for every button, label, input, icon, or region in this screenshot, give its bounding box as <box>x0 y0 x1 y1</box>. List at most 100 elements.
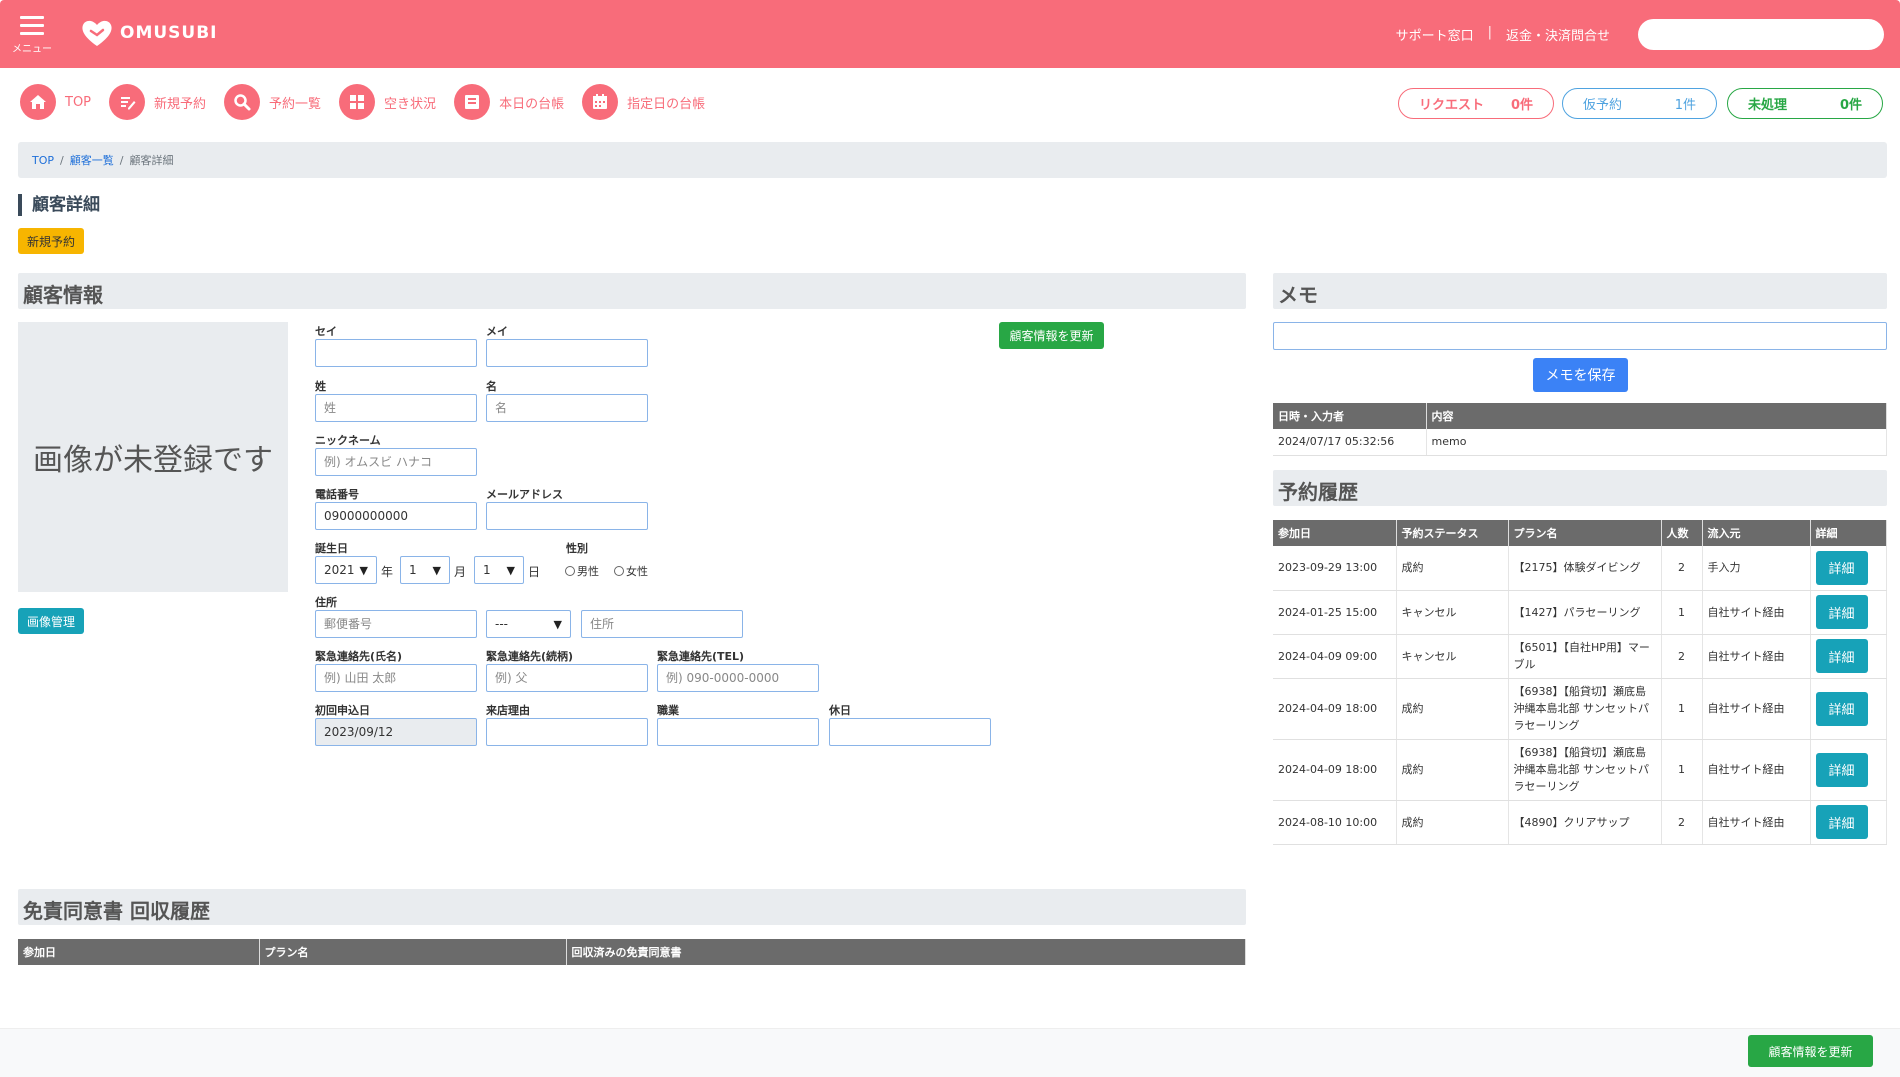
history-people: 2 <box>1661 546 1703 591</box>
detail-button[interactable]: 詳細 <box>1815 639 1868 673</box>
main-nav: TOP 新規予約 予約一覧 空き状況 本日の台帳 指定日の台帳 <box>20 84 705 120</box>
history-status: 成約 <box>1396 739 1509 801</box>
menu-button[interactable]: メニュー <box>10 12 54 60</box>
image-manage-button[interactable]: 画像管理 <box>18 608 84 634</box>
nickname-input[interactable] <box>315 448 477 476</box>
emergency-relation-label: 緊急連絡先(続柄) <box>486 650 574 663</box>
history-detail-cell: 詳細 <box>1810 739 1887 801</box>
logo[interactable]: OMUSUBI <box>80 18 218 48</box>
holiday-label: 休日 <box>829 704 851 717</box>
unprocessed-count: 0件 <box>1839 98 1862 113</box>
nav-availability-label: 空き状況 <box>384 96 437 112</box>
save-memo-button[interactable]: メモを保存 <box>1533 358 1628 392</box>
nav-reservation-list-label: 予約一覧 <box>269 96 322 112</box>
waiver-col-date: 参加日 <box>18 939 260 965</box>
update-customer-button-bottom[interactable]: 顧客情報を更新 <box>1748 1035 1873 1067</box>
gender-male-label: 男性 <box>577 565 599 578</box>
email-label: メールアドレス <box>486 488 563 501</box>
history-people: 1 <box>1661 678 1703 740</box>
history-col-status: 予約ステータス <box>1396 520 1509 546</box>
detail-button[interactable]: 詳細 <box>1815 595 1868 629</box>
history-detail-cell: 詳細 <box>1810 546 1887 591</box>
gender-female-radio[interactable]: 女性 <box>614 563 648 579</box>
prefecture-select[interactable]: --- ▼ <box>486 610 571 638</box>
month-unit: 月 <box>454 565 467 579</box>
history-row: 2024-08-10 10:00 成約 【4890】クリアサップ 2 自社サイト… <box>1273 800 1887 845</box>
refund-inquiry-link[interactable]: 返金・決済問合せ <box>1506 25 1610 44</box>
prefecture-value: --- <box>495 617 508 631</box>
birth-month-select[interactable]: 1 ▼ <box>400 556 450 584</box>
mei-input[interactable] <box>486 339 648 367</box>
history-source: 自社サイト経由 <box>1702 634 1811 679</box>
nav-date-ledger[interactable]: 指定日の台帳 <box>582 84 705 120</box>
edit-icon <box>109 84 146 120</box>
hamburger-icon <box>20 16 44 35</box>
no-image-placeholder: 画像が未登録です <box>18 322 288 592</box>
history-date: 2023-09-29 13:00 <box>1273 546 1397 591</box>
emergency-relation-input[interactable] <box>486 664 648 692</box>
nav-availability[interactable]: 空き状況 <box>339 84 436 120</box>
radio-icon <box>614 566 624 576</box>
emergency-name-input[interactable] <box>315 664 477 692</box>
holiday-input[interactable] <box>829 718 991 746</box>
detail-button[interactable]: 詳細 <box>1815 691 1868 726</box>
birth-year-select[interactable]: 2021 ▼ <box>315 556 377 584</box>
history-status: キャンセル <box>1396 590 1509 635</box>
nav-reservation-list[interactable]: 予約一覧 <box>224 84 321 120</box>
memo-heading: メモ <box>1273 273 1887 309</box>
heart-hands-icon <box>82 20 112 46</box>
breadcrumb-top[interactable]: TOP <box>32 154 54 167</box>
memo-input[interactable] <box>1273 322 1887 350</box>
request-count-pill[interactable]: リクエスト 0件 <box>1398 88 1554 119</box>
request-count: 0件 <box>1510 98 1533 113</box>
breadcrumb-customer-list[interactable]: 顧客一覧 <box>70 154 114 167</box>
phone-input[interactable] <box>315 502 477 530</box>
birth-day-select[interactable]: 1 ▼ <box>474 556 524 584</box>
memo-col-datetime: 日時・入力者 <box>1273 403 1427 429</box>
history-row: 2024-04-09 18:00 成約 【6938】【船貸切】瀬底島 沖縄本島北… <box>1273 678 1887 740</box>
tentative-count-pill[interactable]: 仮予約 1件 <box>1562 88 1717 119</box>
unprocessed-count-pill[interactable]: 未処理 0件 <box>1727 88 1883 119</box>
history-heading: 予約履歴 <box>1273 470 1887 506</box>
detail-button[interactable]: 詳細 <box>1815 752 1868 787</box>
detail-button[interactable]: 詳細 <box>1815 550 1868 585</box>
new-reservation-button[interactable]: 新規予約 <box>18 228 84 254</box>
first-name-input[interactable] <box>486 394 648 422</box>
address-input[interactable] <box>581 610 743 638</box>
memo-col-content: 内容 <box>1426 403 1887 429</box>
history-date: 2024-08-10 10:00 <box>1273 800 1397 845</box>
history-plan: 【1427】パラセーリング <box>1508 590 1662 635</box>
postal-code-input[interactable] <box>315 610 477 638</box>
logo-text: OMUSUBI <box>120 23 218 43</box>
header-search-input[interactable] <box>1638 19 1884 50</box>
support-link[interactable]: サポート窓口 <box>1396 25 1474 44</box>
email-input[interactable] <box>486 502 648 530</box>
waiver-heading: 免責同意書 回収履歴 <box>18 889 1246 925</box>
home-icon <box>20 84 56 120</box>
history-date: 2024-04-09 18:00 <box>1273 739 1397 801</box>
update-customer-button-top[interactable]: 顧客情報を更新 <box>999 322 1104 349</box>
history-people: 1 <box>1661 739 1703 801</box>
history-row: 2024-01-25 15:00 キャンセル 【1427】パラセーリング 1 自… <box>1273 590 1887 635</box>
history-status: 成約 <box>1396 800 1509 845</box>
visit-reason-label: 来店理由 <box>486 704 530 717</box>
nav-top[interactable]: TOP <box>20 84 91 120</box>
tentative-count: 1件 <box>1674 98 1696 113</box>
waiver-col-plan: プラン名 <box>259 939 567 965</box>
detail-button[interactable]: 詳細 <box>1815 805 1868 839</box>
sei-input[interactable] <box>315 339 477 367</box>
sei-label: セイ <box>315 325 337 338</box>
breadcrumb-sep: / <box>60 154 64 167</box>
last-name-input[interactable] <box>315 394 477 422</box>
gender-male-radio[interactable]: 男性 <box>565 563 599 579</box>
search-icon <box>224 84 261 120</box>
grid-icon <box>339 84 376 120</box>
occupation-input[interactable] <box>657 718 819 746</box>
history-plan: 【6501】【自社HP用】マーブル <box>1508 634 1662 679</box>
emergency-tel-input[interactable] <box>657 664 819 692</box>
year-unit: 年 <box>381 565 394 579</box>
menu-label: メニュー <box>12 44 52 55</box>
visit-reason-input[interactable] <box>486 718 648 746</box>
nav-today-ledger[interactable]: 本日の台帳 <box>454 84 564 120</box>
nav-new-reservation[interactable]: 新規予約 <box>109 84 206 120</box>
